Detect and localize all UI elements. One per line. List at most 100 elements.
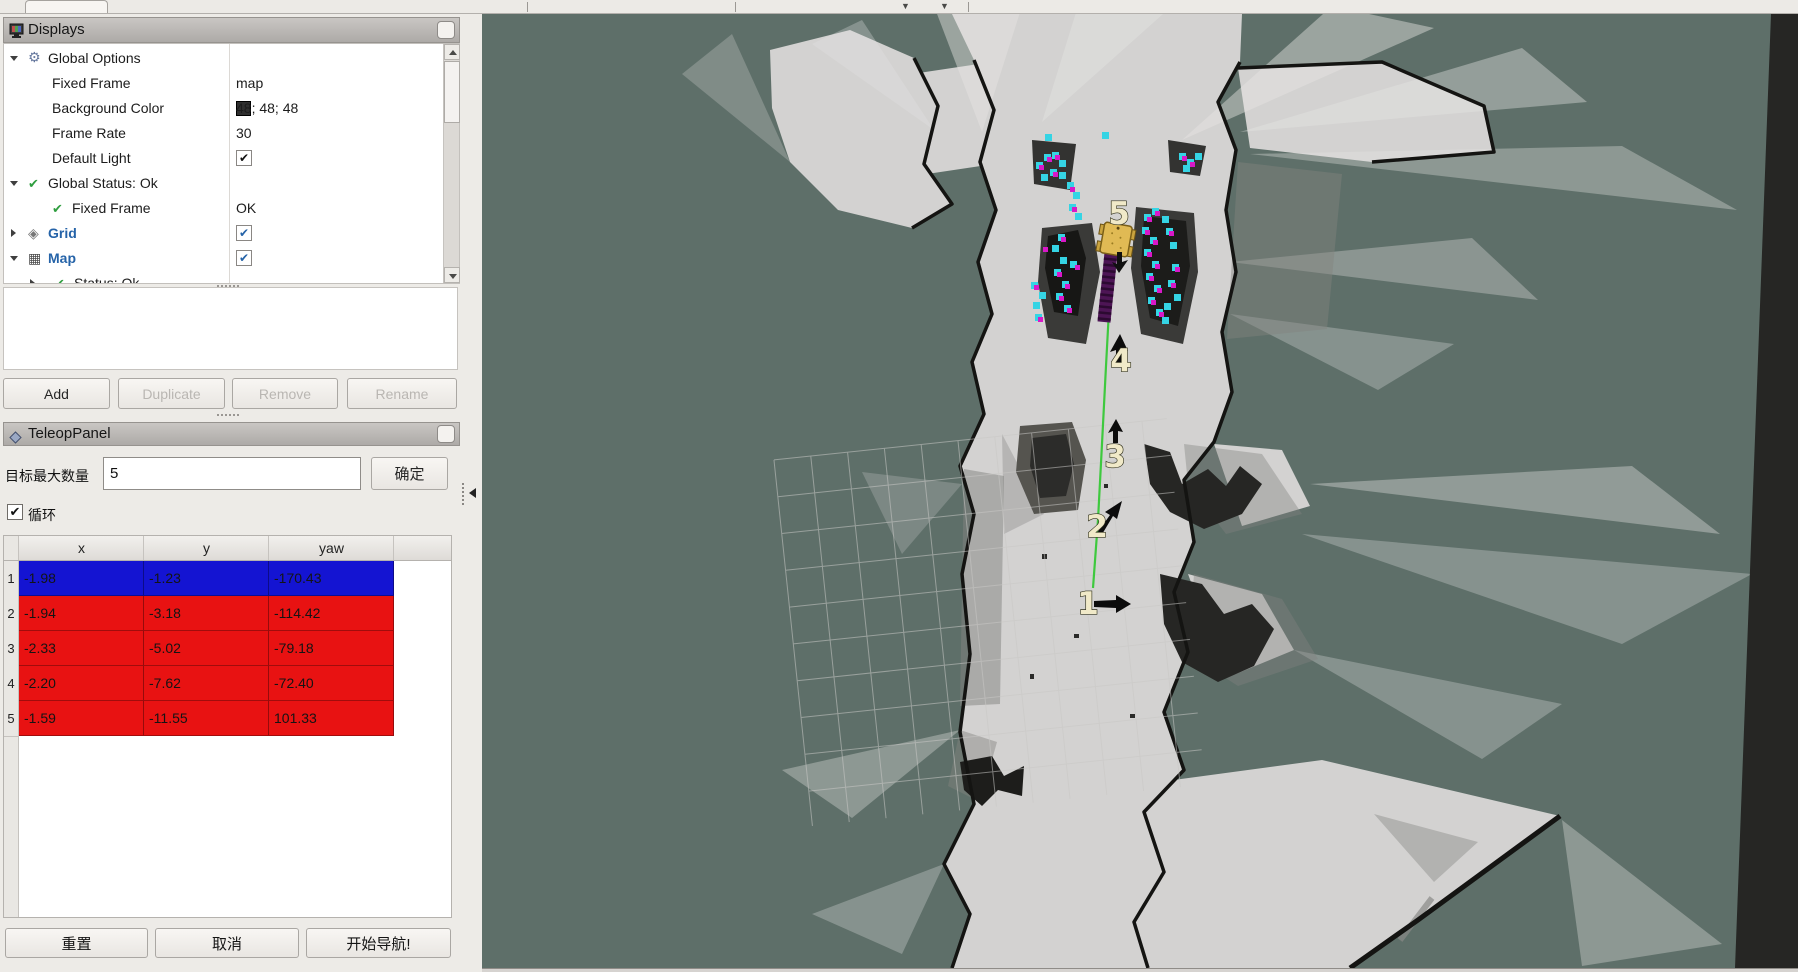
cell-x[interactable]: -2.20: [19, 666, 144, 701]
scroll-down-button[interactable]: [444, 267, 460, 283]
checkbox-checked[interactable]: ✔: [236, 225, 252, 241]
tree-row-map[interactable]: ▦ Map ✔: [4, 246, 442, 271]
row-header[interactable]: 4: [4, 666, 19, 701]
collapse-panel-arrow-icon[interactable]: [469, 488, 476, 498]
reset-button[interactable]: 重置: [5, 928, 148, 958]
table-row[interactable]: -1.98 -1.23 -170.43: [19, 561, 394, 596]
expander-right-icon[interactable]: [30, 279, 35, 284]
property-label: Frame Rate: [52, 121, 126, 146]
table-row[interactable]: -1.94 -3.18 -114.42: [19, 596, 394, 631]
displays-panel-titlebar[interactable]: Displays: [3, 17, 460, 43]
loop-label: 循环: [28, 505, 56, 525]
displays-scrollbar[interactable]: [443, 44, 459, 283]
column-header-yaw[interactable]: yaw: [270, 536, 394, 560]
property-label: Fixed Frame: [52, 71, 131, 96]
map-render: 1 2 3 4 5: [482, 14, 1798, 968]
property-value[interactable]: map: [236, 71, 263, 96]
grid-display-icon: ◈: [28, 221, 39, 246]
rviz-window: { "displays": { "title": "Displays", "tr…: [0, 0, 1798, 972]
row-header[interactable]: 1: [4, 561, 19, 596]
corner-header: [4, 536, 19, 560]
splitter-handle[interactable]: [217, 414, 243, 417]
confirm-button[interactable]: 确定: [371, 457, 448, 490]
scroll-up-button[interactable]: [444, 44, 460, 60]
cell-yaw[interactable]: -72.40: [269, 666, 394, 701]
toolbar-tab-fragment[interactable]: [25, 0, 108, 13]
waypoint-label-4: 4: [1110, 343, 1132, 379]
remove-button[interactable]: Remove: [232, 378, 338, 409]
rename-button[interactable]: Rename: [347, 378, 457, 409]
cell-y[interactable]: -7.62: [144, 666, 269, 701]
max-targets-input[interactable]: [103, 457, 361, 490]
table-row[interactable]: -2.20 -7.62 -72.40: [19, 666, 394, 701]
table-header-row: x y yaw: [4, 536, 451, 561]
checkbox-checked[interactable]: ✔: [236, 250, 252, 266]
cell-yaw[interactable]: -114.42: [269, 596, 394, 631]
row-header[interactable]: 3: [4, 631, 19, 666]
property-label: Default Light: [52, 146, 131, 171]
cell-x[interactable]: -1.98: [19, 561, 144, 596]
cell-y[interactable]: -1.23: [144, 561, 269, 596]
property-value: OK: [236, 196, 256, 221]
table-row[interactable]: -1.59 -11.55 101.33: [19, 701, 394, 736]
start-navigation-button[interactable]: 开始导航!: [306, 928, 451, 958]
cell-yaw[interactable]: 101.33: [269, 701, 394, 736]
cell-y[interactable]: -5.02: [144, 631, 269, 666]
tree-row-global-status[interactable]: ✔ Global Status: Ok: [4, 171, 442, 196]
expander-down-icon[interactable]: [10, 56, 18, 61]
property-value[interactable]: 30: [236, 121, 252, 146]
loop-checkbox-checked[interactable]: ✔: [7, 504, 23, 520]
teleop-panel-titlebar[interactable]: TeleopPanel: [3, 422, 460, 446]
cell-x[interactable]: -2.33: [19, 631, 144, 666]
column-header-y[interactable]: y: [145, 536, 269, 560]
tree-row-fixed-frame-status[interactable]: ✔ Fixed Frame OK: [4, 196, 442, 221]
displays-panel-float-button[interactable]: [437, 21, 455, 39]
triangle-down-icon: [449, 274, 457, 279]
tree-row-global-options[interactable]: ⚙ Global Options: [4, 46, 442, 71]
dropdown-caret-icon[interactable]: ▼: [940, 0, 949, 12]
pose-trail: [1104, 252, 1111, 322]
rviz-3d-viewport[interactable]: 1 2 3 4 5: [482, 14, 1798, 968]
tree-row-map-status-partial[interactable]: ✔ Status: Ok: [4, 271, 442, 284]
teleop-panel-float-button[interactable]: [437, 425, 455, 443]
cell-x[interactable]: -1.94: [19, 596, 144, 631]
status-ok-check-icon: ✔: [52, 196, 63, 221]
teleop-panel-icon: [9, 429, 22, 451]
cell-yaw[interactable]: -170.43: [269, 561, 394, 596]
waypoint-label-5: 5: [1108, 196, 1130, 232]
expander-down-icon[interactable]: [10, 181, 18, 186]
window-bottom-edge: [482, 968, 1798, 972]
add-button[interactable]: Add: [3, 378, 110, 409]
scrollbar-thumb[interactable]: [444, 61, 460, 123]
cell-x[interactable]: -1.59: [19, 701, 144, 736]
row-header-empty: [4, 736, 19, 917]
tree-row-grid[interactable]: ◈ Grid ✔: [4, 221, 442, 246]
waypoint-label-2: 2: [1086, 509, 1108, 545]
table-row[interactable]: -2.33 -5.02 -79.18: [19, 631, 394, 666]
column-header-x[interactable]: x: [20, 536, 144, 560]
waypoint-table: x y yaw 1 2 3 4 5 -1.98 -1.23 -170.43 -1…: [3, 535, 452, 918]
status-ok-check-icon: ✔: [54, 271, 65, 284]
tree-row-default-light[interactable]: Default Light ✔: [4, 146, 442, 171]
tree-row-background-color[interactable]: Background Color 48; 48; 48: [4, 96, 442, 121]
toolbar-separator: [735, 2, 736, 12]
row-header[interactable]: 2: [4, 596, 19, 631]
teleop-panel-title: TeleopPanel: [28, 425, 111, 442]
tree-row-fixed-frame[interactable]: Fixed Frame map: [4, 71, 442, 96]
waypoint-label-3: 3: [1104, 439, 1126, 475]
panel-splitter[interactable]: [462, 483, 464, 505]
cell-y[interactable]: -11.55: [144, 701, 269, 736]
cancel-button[interactable]: 取消: [155, 928, 299, 958]
expander-right-icon[interactable]: [11, 229, 16, 237]
checkbox-checked[interactable]: ✔: [236, 150, 252, 166]
waypoint-label-1: 1: [1077, 586, 1099, 622]
row-header[interactable]: 5: [4, 701, 19, 736]
expander-down-icon[interactable]: [10, 256, 18, 261]
cell-y[interactable]: -3.18: [144, 596, 269, 631]
cell-yaw[interactable]: -79.18: [269, 631, 394, 666]
duplicate-button[interactable]: Duplicate: [118, 378, 225, 409]
dropdown-caret-icon[interactable]: ▼: [901, 0, 910, 12]
property-label: Global Options: [48, 46, 141, 71]
property-value[interactable]: 48; 48; 48: [236, 96, 298, 121]
tree-row-frame-rate[interactable]: Frame Rate 30: [4, 121, 442, 146]
